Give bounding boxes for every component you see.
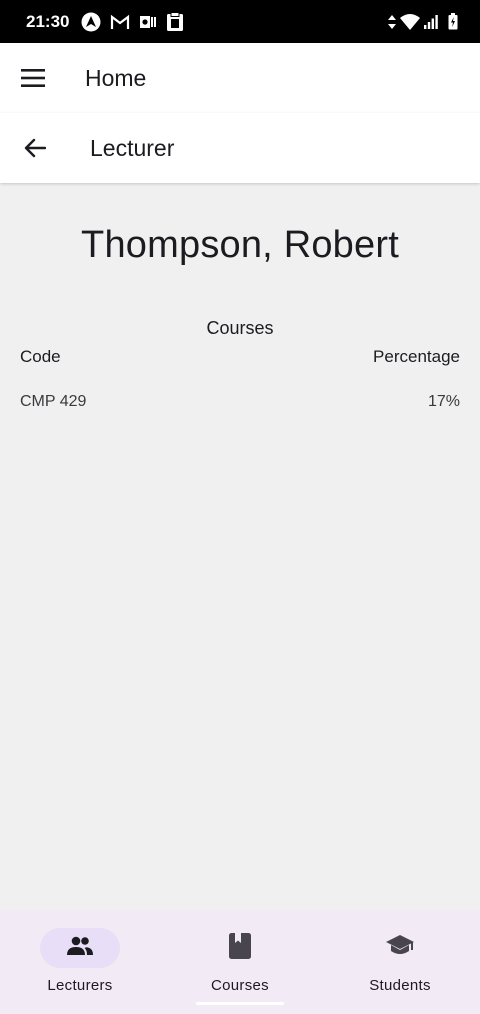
column-header-code: Code [20,347,61,366]
nav-underline [196,1002,284,1005]
status-time: 21:30 [26,11,70,31]
lecturer-name: Thompson, Robert [81,224,399,266]
data-arrows-icon [388,14,396,29]
nav-label-courses: Courses [211,977,269,994]
table-header: Code Percentage [20,346,460,368]
outlook-icon [139,13,157,31]
table-row[interactable]: CMP 429 17% [20,391,460,413]
courses-table: Code Percentage CMP 429 17% [20,346,460,413]
status-system-icons [388,13,458,30]
column-header-percentage: Percentage [373,347,460,366]
lecturer-detail: Thompson, Robert Courses Code Percentage… [0,184,480,910]
wifi-icon [400,13,420,30]
courses-heading: Courses [206,318,274,338]
clipboard-icon [166,11,184,32]
hamburger-menu-icon[interactable] [0,43,66,113]
top-app-bar: Home [0,43,480,113]
nav-item-students[interactable]: Students [320,910,480,1014]
book-icon [228,932,252,965]
app-bar-title: Home [85,64,147,91]
secondary-app-bar: Lecturer [0,113,480,183]
battery-icon [448,13,458,30]
nav-item-courses[interactable]: Courses [160,910,320,1014]
gmail-icon [110,14,130,30]
nav-active-indicator [40,928,120,968]
people-icon [66,936,94,961]
nav-item-lecturers[interactable]: Lecturers [0,910,160,1014]
status-notification-icons [81,11,184,32]
signal-icon [424,14,438,29]
bottom-navigation: Lecturers Courses Students [0,910,480,1014]
graduation-cap-icon [385,934,415,963]
page-title: Lecturer [90,134,175,161]
course-code: CMP 429 [20,393,87,410]
android-auto-icon [81,12,101,32]
status-bar: 21:30 [0,0,480,43]
course-percentage: 17% [427,393,460,410]
nav-label-students: Students [369,977,431,994]
nav-label-lecturers: Lecturers [47,977,113,994]
arrow-back-icon[interactable] [0,113,70,183]
